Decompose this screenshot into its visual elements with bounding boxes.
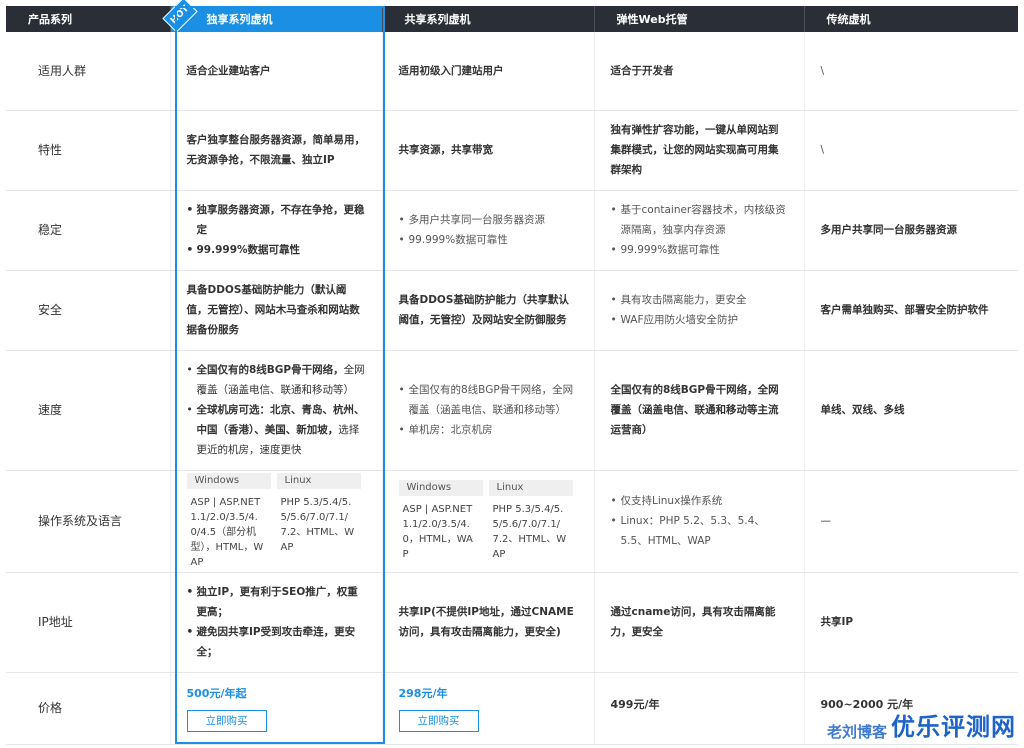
watermark-logo-text: 优乐评测网 [891, 713, 1016, 741]
cell-dedicated-audience: 适合企业建站客户 [170, 32, 383, 111]
buy-now-button-shared[interactable]: 立即购买 [398, 710, 479, 732]
row-label-audience: 适用人群 [6, 32, 171, 111]
table-row-feature: 特性 客户独享整台服务器资源，简单易用，无资源争抢，不限流量、独立IP 共享资源… [6, 110, 1018, 191]
cell-shared-speed: 全国仅有的8线BGP骨干网络，全网覆盖（涵盖电信、联通和移动等） 单机房：北京机… [382, 350, 595, 471]
header-product-series: 产品系列 [6, 6, 171, 32]
cell-shared-price: 298元/年 立即购买 [382, 672, 595, 745]
cell-shared-os: Windows ASP | ASP.NET1.1/2.0/3.5/4.0，HTM… [382, 470, 595, 573]
cell-traditional-feature: \ [804, 110, 1018, 191]
os-linux-detail: PHP 5.3/5.4/5.5/5.6/7.0/7.1/7.2、HTML、WAP [280, 496, 355, 553]
cell-elastic-security: 具有攻击隔离能力，更安全 WAF应用防火墙安全防护 [594, 270, 805, 351]
os-windows-detail: ASP | ASP.NET1.1/2.0/3.5/4.0，HTML，WAP [402, 504, 473, 560]
table-row-audience: 适用人群 适合企业建站客户 适用初级入门建站用户 适合于开发者 \ [6, 32, 1018, 111]
list-item: WAF应用防火墙安全防护 [611, 310, 788, 330]
cell-elastic-ip: 通过cname访问，具有攻击隔离能力，更安全 [594, 572, 805, 673]
table-row-security: 安全 具备DDOS基础防护能力（默认阈值，无管控）、网站木马查杀和网站数据备份服… [6, 270, 1018, 351]
cell-elastic-stable: 基于container容器技术，内核级资源隔离，独享内存资源 99.999%数据… [594, 190, 805, 271]
cell-dedicated-os: Windows ASP | ASP.NET 1.1/2.0/3.5/4.0/4.… [170, 470, 383, 573]
table-row-stable: 稳定 独享服务器资源，不存在争抢，更稳定 99.999%数据可靠性 多用户共享同… [6, 190, 1018, 271]
list-item: 仅支持Linux操作系统 [611, 491, 788, 511]
list-item: 具有攻击隔离能力，更安全 [611, 290, 788, 310]
cell-elastic-audience: 适合于开发者 [594, 32, 805, 111]
list-item: Linux：PHP 5.2、5.3、5.4、5.5、HTML、WAP [611, 511, 788, 551]
cell-dedicated-price: 500元/年起 立即购买 [170, 672, 383, 745]
list-item: 避免因共享IP受到攻击牵连，更安全； [187, 622, 366, 662]
header-elastic-web[interactable]: 弹性Web托管 [594, 6, 805, 32]
row-label-price: 价格 [6, 672, 171, 745]
cell-traditional-speed: 单线、双线、多线 [804, 350, 1018, 471]
list-item: 独享服务器资源，不存在争抢，更稳定 [187, 200, 366, 240]
header-dedicated-label: 独享系列虚机 [206, 13, 273, 26]
cell-traditional-stable: 多用户共享同一台服务器资源 [804, 190, 1018, 271]
cell-elastic-price: 499元/年 [594, 672, 805, 745]
list-item: 全球机房可选：北京、青岛、杭州、中国（香港）、美国、新加坡，选择更近的机房，速度… [187, 400, 366, 460]
cell-shared-ip: 共享IP(不提供IP地址，通过CNAME访问，具有攻击隔离能力，更安全) [382, 572, 595, 673]
row-label-feature: 特性 [6, 110, 171, 191]
row-label-speed: 速度 [6, 350, 171, 471]
list-item: 单机房：北京机房 [399, 420, 578, 440]
comparison-table: 产品系列 HOT 独享系列虚机 共享系列虚机 弹性Web托管 传统虚机 适用人群… [6, 0, 1018, 745]
list-item: 99.999%数据可靠性 [611, 240, 788, 260]
os-windows-header: Windows [398, 480, 483, 496]
cell-shared-security: 具备DDOS基础防护能力（共享默认阈值，无管控）及网站安全防御服务 [382, 270, 595, 351]
list-item: 基于container容器技术，内核级资源隔离，独享内存资源 [611, 200, 788, 240]
cell-dedicated-security: 具备DDOS基础防护能力（默认阈值，无管控）、网站木马查杀和网站数据备份服务 [170, 270, 383, 351]
row-label-os: 操作系统及语言 [6, 470, 171, 573]
table-header: 产品系列 HOT 独享系列虚机 共享系列虚机 弹性Web托管 传统虚机 [6, 0, 1018, 33]
header-shared-vhost[interactable]: 共享系列虚机 [382, 6, 595, 32]
cell-traditional-os: — [804, 470, 1018, 573]
buy-now-button-dedicated[interactable]: 立即购买 [186, 710, 267, 732]
list-item: 全国仅有的8线BGP骨干网络，全网覆盖（涵盖电信、联通和移动等） [187, 360, 366, 400]
price-dedicated: 500元/年起 [186, 687, 247, 700]
watermark: 老刘博客 优乐评测网 [827, 707, 1016, 742]
cell-elastic-feature: 独有弹性扩容功能，一键从单网站到集群模式，让您的网站实现高可用集群架构 [594, 110, 805, 191]
list-item: 99.999%数据可靠性 [187, 240, 366, 260]
cell-shared-feature: 共享资源，共享带宽 [382, 110, 595, 191]
cell-traditional-security: 客户需单独购买、部署安全防护软件 [804, 270, 1018, 351]
os-windows-detail: ASP | ASP.NET 1.1/2.0/3.5/4.0/4.5（部分机型），… [190, 496, 264, 568]
os-linux-detail: PHP 5.3/5.4/5.5/5.6/7.0/7.1/7.2、HTML、WAP [492, 504, 567, 560]
header-traditional-vhost[interactable]: 传统虚机 [804, 6, 1018, 32]
list-item: 独立IP，更有利于SEO推广，权重更高； [187, 582, 366, 622]
row-label-ip: IP地址 [6, 572, 171, 673]
list-item: 全国仅有的8线BGP骨干网络，全网覆盖（涵盖电信、联通和移动等） [399, 380, 578, 420]
os-linux-header: Linux [276, 472, 361, 489]
cell-dedicated-speed: 全国仅有的8线BGP骨干网络，全网覆盖（涵盖电信、联通和移动等） 全球机房可选：… [170, 350, 383, 471]
cell-traditional-audience: \ [804, 32, 1018, 111]
watermark-small: 老刘博客 [826, 723, 887, 741]
cell-dedicated-ip: 独立IP，更有利于SEO推广，权重更高； 避免因共享IP受到攻击牵连，更安全； [170, 572, 383, 673]
row-label-stable: 稳定 [6, 190, 171, 271]
os-windows-header: Windows [186, 472, 271, 489]
cell-dedicated-stable: 独享服务器资源，不存在争抢，更稳定 99.999%数据可靠性 [170, 190, 383, 271]
row-label-security: 安全 [6, 270, 171, 351]
list-item: 多用户共享同一台服务器资源 [399, 210, 578, 230]
cell-elastic-speed: 全国仅有的8线BGP骨干网络，全网覆盖（涵盖电信、联通和移动等主流运营商） [594, 350, 805, 471]
header-dedicated-vhost[interactable]: HOT 独享系列虚机 [161, 0, 383, 33]
table-row-os: 操作系统及语言 Windows ASP | ASP.NET 1.1/2.0/3.… [6, 470, 1018, 573]
cell-shared-audience: 适用初级入门建站用户 [382, 32, 595, 111]
cell-shared-stable: 多用户共享同一台服务器资源 99.999%数据可靠性 [382, 190, 595, 271]
cell-traditional-ip: 共享IP [804, 572, 1018, 673]
cell-elastic-os: 仅支持Linux操作系统 Linux：PHP 5.2、5.3、5.4、5.5、H… [594, 470, 805, 573]
list-item: 99.999%数据可靠性 [399, 230, 578, 250]
price-elastic: 499元/年 [610, 698, 660, 711]
table-row-speed: 速度 全国仅有的8线BGP骨干网络，全网覆盖（涵盖电信、联通和移动等） 全球机房… [6, 350, 1018, 471]
table-row-ip: IP地址 独立IP，更有利于SEO推广，权重更高； 避免因共享IP受到攻击牵连，… [6, 572, 1018, 673]
product-comparison-page: 产品系列 HOT 独享系列虚机 共享系列虚机 弹性Web托管 传统虚机 适用人群… [0, 0, 1024, 748]
cell-dedicated-feature: 客户独享整台服务器资源，简单易用，无资源争抢，不限流量、独立IP [170, 110, 383, 191]
price-shared: 298元/年 [398, 687, 448, 700]
os-linux-header: Linux [488, 480, 573, 496]
